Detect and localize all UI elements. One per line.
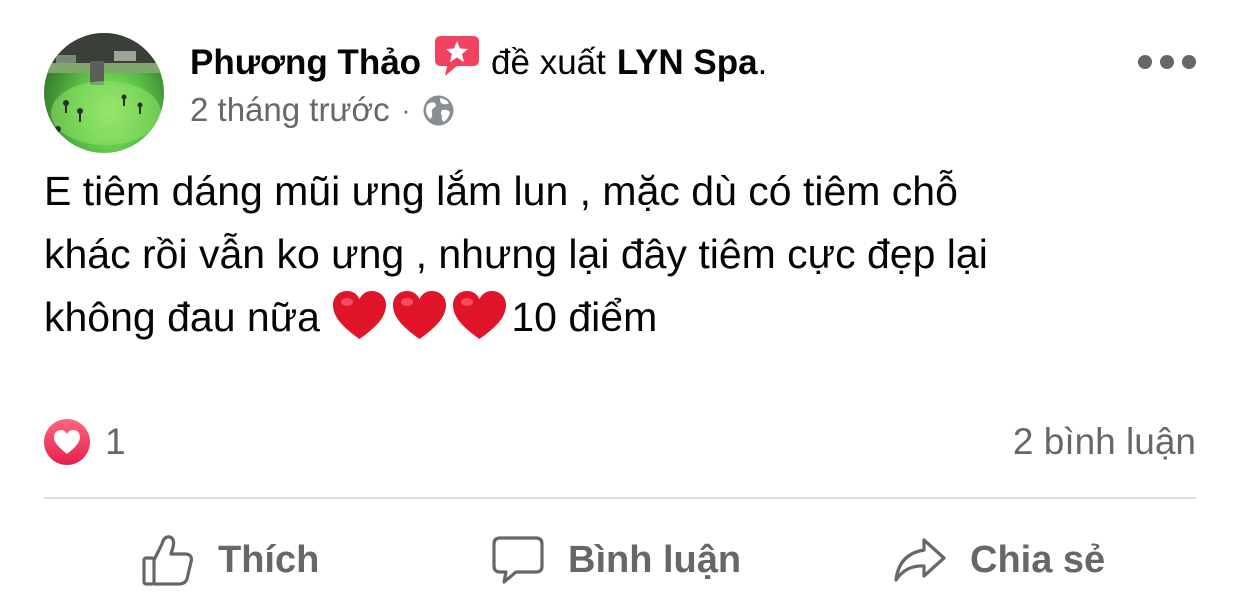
recommend-text: đề xuất <box>491 43 606 82</box>
post-body-tail: 10 điểm <box>511 294 658 340</box>
more-dot <box>1138 55 1152 69</box>
post-body: E tiêm dáng mũi ưng lắm lun , mặc dù có … <box>44 160 1204 349</box>
author-name[interactable]: Phương Thảo <box>190 43 421 83</box>
more-dot <box>1182 55 1196 69</box>
comment-bubble-icon <box>492 536 544 584</box>
heart-emoji <box>331 289 388 341</box>
love-reaction-icon[interactable] <box>44 419 90 465</box>
share-arrow-icon <box>894 538 946 582</box>
more-dot <box>1160 55 1174 69</box>
recommend-star-icon <box>433 34 481 80</box>
more-horizontal-icon[interactable] <box>1138 50 1196 74</box>
like-button[interactable]: Thích <box>140 530 319 590</box>
share-button[interactable]: Chia sẻ <box>892 530 1105 590</box>
meta-separator: · <box>401 94 411 125</box>
post-body-line-last: không đau nữa 10 điểm <box>44 286 1204 349</box>
post-body-line: khác rồi vẫn ko ưng , nhưng lại đây tiêm… <box>44 231 988 277</box>
post-stats: 1 2 bình luận <box>44 414 1196 466</box>
heart-emoji <box>451 289 508 341</box>
header-period: . <box>757 43 768 82</box>
comment-count[interactable]: 2 bình luận <box>1013 419 1196 465</box>
reaction-count[interactable]: 1 <box>105 419 126 465</box>
like-label: Thích <box>218 538 320 581</box>
thumbs-up-icon <box>142 535 194 586</box>
avatar[interactable] <box>44 33 164 153</box>
divider <box>44 497 1196 499</box>
share-label: Chia sẻ <box>970 538 1106 581</box>
heart-emoji <box>391 289 448 341</box>
post-body-line: không đau nữa <box>44 294 320 340</box>
post-meta: 2 tháng trước · <box>190 88 455 132</box>
comment-label: Bình luận <box>568 538 742 581</box>
globe-icon <box>422 94 455 127</box>
post-body-line: E tiêm dáng mũi ưng lắm lun , mặc dù có … <box>44 168 958 214</box>
page-name-link[interactable]: LYN Spa <box>617 43 758 83</box>
comment-button[interactable]: Bình luận <box>490 530 741 590</box>
post-timestamp[interactable]: 2 tháng trước <box>190 91 390 129</box>
post-card: Phương Thảo đề xuất LYN Spa . 2 tháng tr… <box>0 0 1241 610</box>
post-header: Phương Thảo đề xuất LYN Spa . <box>190 36 768 88</box>
